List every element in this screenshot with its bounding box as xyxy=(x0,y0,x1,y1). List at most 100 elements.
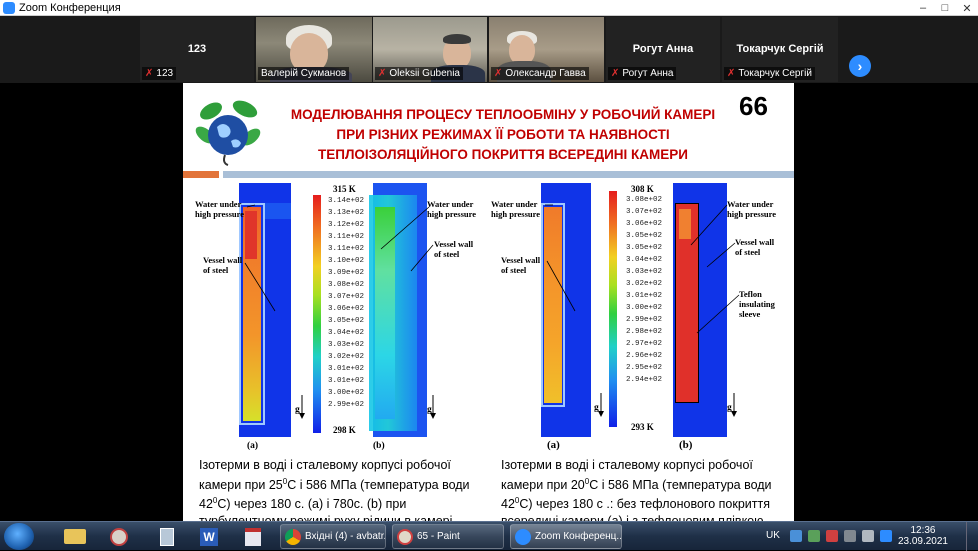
scale-tick-label: 2.96e+02 xyxy=(626,352,663,360)
taskbar-button-chrome[interactable]: Вхідні (4) - avbatr... xyxy=(280,524,386,549)
scale-max-label: 315 K xyxy=(333,184,356,194)
participant-name-display: Рогут Анна xyxy=(632,43,694,55)
taskbar-button-zoom[interactable]: Zoom Конференц... xyxy=(510,524,622,549)
antivirus-tray-icon[interactable] xyxy=(826,530,838,542)
scale-min-label: 298 K xyxy=(333,425,356,435)
color-scale-ticks: 3.08e+02 3.07e+02 3.06e+02 3.05e+02 3.05e+02… xyxy=(626,194,662,386)
chrome-icon xyxy=(285,528,301,545)
taskbar-button-label: Вхідні (4) - avbatr... xyxy=(305,531,386,542)
gravity-label: g xyxy=(295,405,300,415)
caption-right: Ізотерми в воді і сталевому корпусі робо… xyxy=(501,458,772,523)
scale-tick-label: 3.00e+02 xyxy=(328,389,365,397)
scale-min-label: 293 K xyxy=(631,422,654,432)
participant-name: Валерій Сукманов xyxy=(261,68,347,79)
network-tray-icon[interactable] xyxy=(844,530,856,542)
scale-tick-label: 3.10e+02 xyxy=(328,257,365,265)
participant-tile[interactable]: 123 ✗ 123 xyxy=(140,17,254,82)
tray-app-icon[interactable] xyxy=(808,530,820,542)
scale-tick-label: 3.14e+02 xyxy=(328,197,365,205)
explorer-icon[interactable] xyxy=(60,525,90,548)
minimize-button[interactable]: – xyxy=(912,0,934,16)
scale-tick-label: 2.95e+02 xyxy=(626,364,663,372)
slide-title: МОДЕЛЮВАННЯ ПРОЦЕСУ ТЕПЛООБМІНУ У РОБОЧИ… xyxy=(253,105,753,165)
title-divider-accent xyxy=(183,171,219,178)
scale-tick-label: 2.97e+02 xyxy=(626,340,663,348)
slide-title-line: МОДЕЛЮВАННЯ ПРОЦЕСУ ТЕПЛООБМІНУ У РОБОЧИ… xyxy=(290,107,716,122)
next-page-button[interactable]: › xyxy=(849,55,871,77)
mic-muted-icon: ✗ xyxy=(494,68,503,79)
scale-tick-label: 3.12e+02 xyxy=(328,221,365,229)
participant-caption: ✗ Олександр Гавва xyxy=(491,67,589,80)
paint-icon xyxy=(397,528,413,545)
scale-tick-label: 3.04e+02 xyxy=(626,256,663,264)
participant-tile[interactable]: Рогут Анна ✗ Рогут Анна xyxy=(606,17,720,82)
participant-name-display: Токарчук Сергій xyxy=(736,43,824,55)
caption-left: Ізотерми в воді і сталевому корпусі робо… xyxy=(199,458,470,523)
gravity-label: g xyxy=(727,403,732,413)
shared-slide: МОДЕЛЮВАННЯ ПРОЦЕСУ ТЕПЛООБМІНУ У РОБОЧИ… xyxy=(183,83,794,523)
scale-tick-label: 3.00e+02 xyxy=(626,304,663,312)
slide-number: 66 xyxy=(739,91,768,121)
zoom-tray-icon[interactable] xyxy=(880,530,892,542)
slide-title-line: ПРИ РІЗНИХ РЕЖИМАХ ЇЇ РОБОТИ ТА НАЯВНОСТ… xyxy=(336,127,670,142)
title-divider xyxy=(223,171,794,178)
show-desktop-button[interactable] xyxy=(966,522,978,551)
participant-name: Токарчук Сергій xyxy=(738,68,812,79)
language-indicator[interactable]: UK xyxy=(766,530,780,541)
help-tray-icon[interactable] xyxy=(790,530,802,542)
zoom-icon xyxy=(515,528,531,545)
gravity-label: g xyxy=(594,403,599,413)
start-button[interactable] xyxy=(4,523,34,550)
window-title: Zoom Конференция xyxy=(19,1,121,14)
participant-tile[interactable]: ✗ Олександр Гавва xyxy=(489,17,604,82)
taskbar-button-label: 65 - Paint xyxy=(417,531,460,542)
participant-caption: ✗ Рогут Анна xyxy=(608,67,677,80)
mic-muted-icon: ✗ xyxy=(611,68,620,79)
scale-tick-label: 3.03e+02 xyxy=(328,341,365,349)
scale-tick-label: 3.01e+02 xyxy=(328,365,365,373)
scale-tick-label: 3.04e+02 xyxy=(328,329,365,337)
scale-tick-label: 3.05e+02 xyxy=(626,232,663,240)
mic-muted-icon: ✗ xyxy=(727,68,736,79)
participant-caption: ✗ Токарчук Сергій xyxy=(724,67,815,80)
scale-tick-label: 2.98e+02 xyxy=(626,328,663,336)
slide-title-line: ТЕПЛОІЗОЛЯЦІЙНОГО ПОКРИТТЯ ВСЕРЕДИНІ КАМ… xyxy=(317,147,689,162)
participant-name-display: 123 xyxy=(187,43,207,55)
participant-name: Олександр Гавва xyxy=(505,68,586,79)
notepad-icon[interactable] xyxy=(238,525,268,548)
taskbar-button-paint[interactable]: 65 - Paint xyxy=(392,524,504,549)
scale-tick-label: 3.02e+02 xyxy=(328,353,365,361)
scale-tick-label: 3.05e+02 xyxy=(328,317,365,325)
scale-tick-label: 3.11e+02 xyxy=(328,245,365,253)
clock-time: 12:36 xyxy=(910,525,936,536)
participant-name: 123 xyxy=(156,68,174,79)
participant-tile[interactable]: Валерій Сукманов xyxy=(256,17,372,82)
participant-tile[interactable]: ✗ Oleksii Gubenia xyxy=(373,17,487,82)
word-icon[interactable]: W xyxy=(194,525,224,548)
scale-tick-label: 3.06e+02 xyxy=(328,305,365,313)
calculator-icon[interactable] xyxy=(152,525,182,548)
clock-date: 23.09.2021 xyxy=(897,536,948,547)
mic-muted-icon: ✗ xyxy=(378,68,387,79)
volume-tray-icon[interactable] xyxy=(862,530,874,542)
color-scale-ticks: 3.14e+02 3.13e+02 3.12e+02 3.11e+02 3.11e+02… xyxy=(328,195,364,411)
subfigure-label-a: (a) xyxy=(247,441,259,451)
scale-tick-label: 3.01e+02 xyxy=(626,292,663,300)
scale-tick-label: 2.99e+02 xyxy=(328,401,365,409)
paint-pinned-icon[interactable] xyxy=(104,525,134,548)
participant-name: Рогут Анна xyxy=(622,68,674,79)
participant-caption: Валерій Сукманов xyxy=(258,67,350,80)
maximize-button[interactable]: □ xyxy=(934,0,956,16)
scale-tick-label: 3.11e+02 xyxy=(328,233,365,241)
scale-tick-label: 3.07e+02 xyxy=(328,293,365,301)
scale-tick-label: 2.94e+02 xyxy=(626,376,663,384)
close-button[interactable]: ✕ xyxy=(956,0,978,16)
video-hair xyxy=(443,34,471,44)
scale-tick-label: 3.06e+02 xyxy=(626,220,663,228)
subfigure-label-b: (b) xyxy=(679,439,693,451)
clock[interactable]: 12:36 23.09.2021 xyxy=(898,525,948,547)
system-tray: UK 12:36 23.09.2021 xyxy=(758,522,978,551)
participant-tile[interactable]: Токарчук Сергій ✗ Токарчук Сергій xyxy=(722,17,838,82)
color-scale-bar xyxy=(609,191,617,427)
scale-tick-label: 3.07e+02 xyxy=(626,208,663,216)
